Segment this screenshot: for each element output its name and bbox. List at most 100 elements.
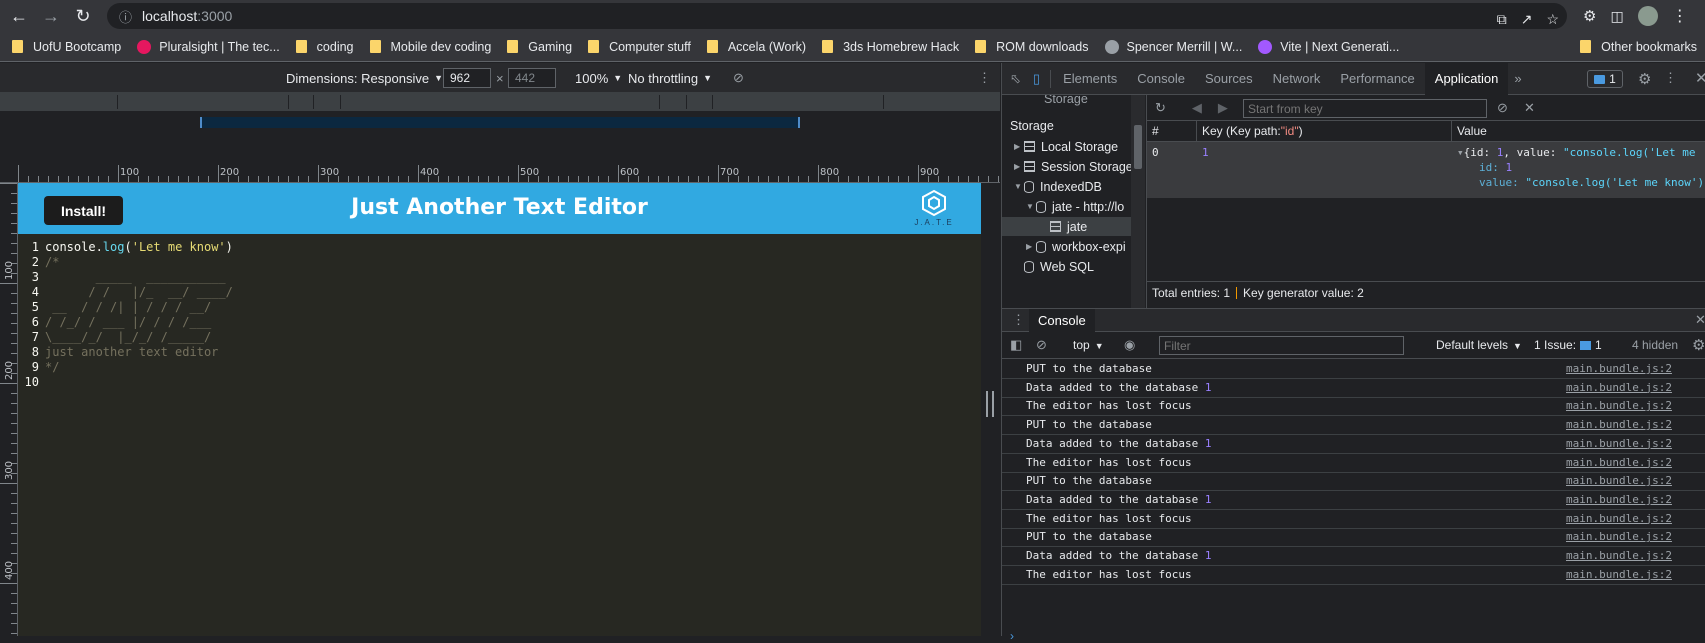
media-query-bar[interactable] bbox=[0, 93, 1000, 111]
delete-selected-icon[interactable]: ✕ bbox=[1524, 100, 1535, 116]
sidebar-item-indexeddb[interactable]: ▼ IndexedDB bbox=[1014, 177, 1102, 196]
bookmark-item[interactable]: UofU Bootcamp bbox=[12, 40, 121, 54]
source-link[interactable]: main.bundle.js:2 bbox=[1566, 493, 1672, 506]
tab-elements[interactable]: Elements bbox=[1053, 63, 1127, 95]
bookmark-item[interactable]: ROM downloads bbox=[975, 40, 1089, 54]
sidebar-item-workbox[interactable]: ▶ workbox-expi bbox=[1026, 237, 1126, 256]
more-tabs-icon[interactable]: » bbox=[1514, 71, 1521, 86]
settings-gear-icon[interactable]: ⚙ bbox=[1638, 70, 1651, 88]
refresh-icon[interactable]: ↻ bbox=[1155, 100, 1166, 116]
inspect-element-icon[interactable]: ⬁ bbox=[1010, 71, 1021, 87]
ruler-tick-label: 900 bbox=[920, 167, 940, 178]
code-line[interactable]: 7 \____/_/ |_/_/ /_____/ bbox=[18, 330, 981, 345]
close-devtools-icon[interactable]: ✕ bbox=[1695, 69, 1705, 87]
bookmark-item[interactable]: coding bbox=[295, 40, 354, 54]
bookmark-item[interactable]: Vite | Next Generati... bbox=[1258, 39, 1399, 54]
source-link[interactable]: main.bundle.js:2 bbox=[1566, 530, 1672, 543]
clear-console-icon[interactable]: ⊘ bbox=[1036, 337, 1047, 353]
issues-badge[interactable]: 1 bbox=[1587, 70, 1623, 88]
console-prompt[interactable]: › bbox=[1010, 629, 1014, 643]
menu-icon[interactable]: ⋮ bbox=[1672, 6, 1688, 26]
row-value-summary[interactable]: ▾{id: 1, value: "console.log('Let me bbox=[1457, 146, 1695, 159]
open-in-app-icon[interactable]: ⧉ bbox=[1497, 11, 1507, 28]
sidebar-scrollbar[interactable] bbox=[1131, 95, 1145, 317]
bookmark-star-icon[interactable]: ☆ bbox=[1546, 11, 1559, 28]
code-line[interactable]: 2 /* bbox=[18, 255, 981, 270]
code-line[interactable]: 10 bbox=[18, 375, 981, 390]
sidebar-toggle-icon[interactable]: ◧ bbox=[1010, 337, 1022, 353]
tab-network[interactable]: Network bbox=[1263, 63, 1331, 95]
source-link[interactable]: main.bundle.js:2 bbox=[1566, 474, 1672, 487]
bookmark-item[interactable]: Gaming bbox=[507, 40, 572, 54]
code-line[interactable]: 9 */ bbox=[18, 360, 981, 375]
source-link[interactable]: main.bundle.js:2 bbox=[1566, 362, 1672, 375]
code-line[interactable]: 1 console.log('Let me know') bbox=[18, 240, 981, 255]
levels-select[interactable]: Default levels ▼ bbox=[1436, 338, 1522, 352]
other-bookmarks[interactable]: Other bookmarks bbox=[1580, 40, 1697, 54]
back-arrow-icon[interactable]: ← bbox=[6, 3, 32, 29]
prev-page-icon[interactable]: ◀ bbox=[1192, 100, 1202, 116]
extensions-icon[interactable]: ⚙ bbox=[1583, 7, 1596, 25]
sidebar-item-jate-store[interactable]: jate bbox=[1002, 217, 1132, 236]
code-line[interactable]: 4 / / |/_ __/ ____/ bbox=[18, 285, 981, 300]
source-link[interactable]: main.bundle.js:2 bbox=[1566, 512, 1672, 525]
bookmark-item[interactable]: Mobile dev coding bbox=[369, 40, 491, 54]
dimensions-select[interactable]: Dimensions: Responsive ▼ bbox=[286, 63, 443, 93]
share-icon[interactable]: ↗ bbox=[1521, 11, 1533, 28]
sidebar-item-local-storage[interactable]: ▶ Local Storage bbox=[1014, 137, 1118, 156]
height-input[interactable]: 442 bbox=[508, 68, 556, 88]
source-link[interactable]: main.bundle.js:2 bbox=[1566, 549, 1672, 562]
tab-console[interactable]: Console bbox=[1127, 63, 1195, 95]
close-drawer-icon[interactable]: ✕ bbox=[1695, 312, 1705, 328]
bookmark-item[interactable]: Pluralsight | The tec... bbox=[137, 39, 280, 54]
issues-button[interactable]: 1 Issue: 1 bbox=[1534, 338, 1602, 352]
next-page-icon[interactable]: ▶ bbox=[1218, 100, 1228, 116]
reload-icon[interactable]: ↻ bbox=[70, 3, 96, 29]
forward-arrow-icon[interactable]: → bbox=[38, 3, 64, 29]
console-filter-input[interactable] bbox=[1159, 336, 1404, 355]
device-toggle-icon[interactable]: ▯ bbox=[1033, 71, 1040, 87]
bookmark-item[interactable]: Accela (Work) bbox=[706, 40, 806, 54]
rotate-icon[interactable]: ⊘ bbox=[733, 63, 744, 93]
throttling-select[interactable]: No throttling ▼ bbox=[628, 63, 712, 93]
code-editor[interactable]: 1 console.log('Let me know') 2/* 3 _____ __… bbox=[18, 234, 981, 636]
tab-application[interactable]: Application bbox=[1424, 62, 1509, 95]
more-options-icon[interactable]: ⋮ bbox=[978, 63, 991, 93]
console-settings-icon[interactable]: ⚙ bbox=[1692, 336, 1705, 354]
bookmark-item[interactable]: 3ds Homebrew Hack bbox=[822, 40, 959, 54]
bookmark-item[interactable]: Spencer Merrill | W... bbox=[1104, 39, 1242, 54]
side-panel-icon[interactable]: ◫ bbox=[1610, 8, 1623, 25]
avatar[interactable] bbox=[1637, 6, 1658, 26]
resize-handle[interactable] bbox=[986, 391, 994, 417]
width-input[interactable]: 962 bbox=[443, 68, 491, 88]
tab-console-drawer[interactable]: Console bbox=[1029, 308, 1095, 332]
source-link[interactable]: main.bundle.js:2 bbox=[1566, 437, 1672, 450]
source-link[interactable]: main.bundle.js:2 bbox=[1566, 381, 1672, 394]
info-icon[interactable]: ⓘ bbox=[119, 7, 132, 26]
code-line[interactable]: 6 / /_/ / ___ |/ / / /___ bbox=[18, 315, 981, 330]
tab-sources[interactable]: Sources bbox=[1195, 63, 1263, 95]
zoom-select[interactable]: 100% ▼ bbox=[575, 63, 622, 93]
source-link[interactable]: main.bundle.js:2 bbox=[1566, 568, 1672, 581]
source-link[interactable]: main.bundle.js:2 bbox=[1566, 418, 1672, 431]
address-bar[interactable]: ⓘ localhost:3000 ⧉ ↗ ☆ bbox=[107, 3, 1567, 29]
sidebar-item-web-sql[interactable]: Web SQL bbox=[1024, 257, 1094, 276]
start-from-key-input[interactable] bbox=[1243, 99, 1487, 118]
eye-icon[interactable]: ◉ bbox=[1124, 337, 1135, 353]
context-select[interactable]: top ▼ bbox=[1073, 338, 1104, 352]
tab-performance[interactable]: Performance bbox=[1330, 63, 1424, 95]
drawer-menu-icon[interactable]: ⋮ bbox=[1012, 312, 1025, 328]
bookmark-item[interactable]: Computer stuff bbox=[588, 40, 691, 54]
column-header-key[interactable]: Key (Key path: "id") bbox=[1197, 121, 1452, 142]
code-line[interactable]: 8 just another text editor bbox=[18, 345, 981, 360]
scroll-thumb[interactable] bbox=[1134, 125, 1142, 169]
sidebar-item-session-storage[interactable]: ▶ Session Storage bbox=[1014, 157, 1133, 176]
sidebar-item-jate-db[interactable]: ▼ jate - http://lo bbox=[1026, 197, 1124, 216]
table-row[interactable]: 0 1 ▾{id: 1, value: "console.log('Let me… bbox=[1147, 142, 1705, 198]
source-link[interactable]: main.bundle.js:2 bbox=[1566, 399, 1672, 412]
clear-store-icon[interactable]: ⊘ bbox=[1497, 100, 1508, 116]
code-line[interactable]: 5 __ / / /| | / / / __/ bbox=[18, 300, 981, 315]
kebab-menu-icon[interactable]: ⋮ bbox=[1664, 70, 1677, 86]
source-link[interactable]: main.bundle.js:2 bbox=[1566, 456, 1672, 469]
code-line[interactable]: 3 _____ ___________ bbox=[18, 270, 981, 285]
